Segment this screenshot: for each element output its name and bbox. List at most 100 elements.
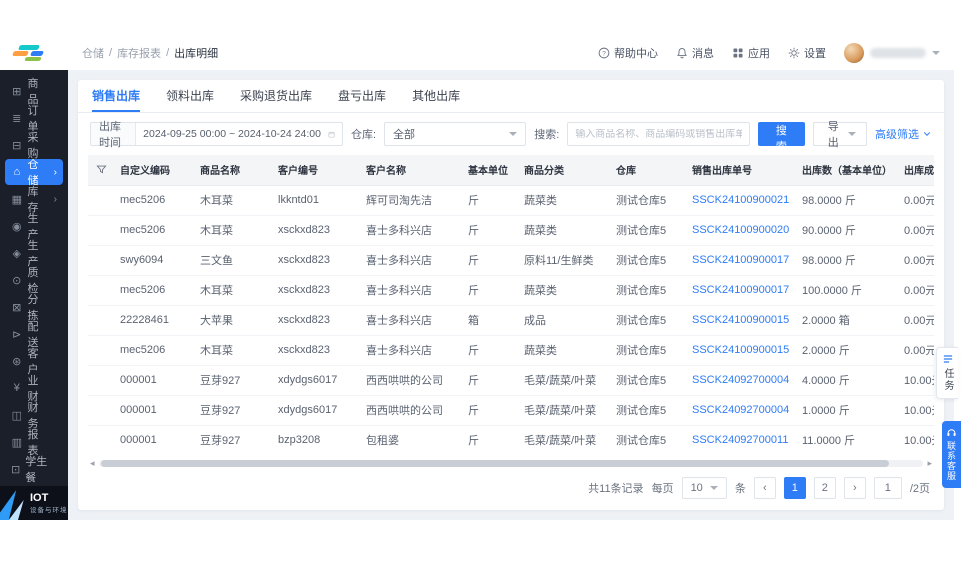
sidebar-item-生产[interactable]: ◉ 生产 ›: [5, 213, 63, 241]
table-cell: 10.00元: [898, 395, 934, 426]
table-cell: 斤: [462, 215, 518, 246]
table-cell: 三文鱼: [194, 245, 272, 276]
apps-button[interactable]: 应用: [732, 45, 770, 61]
table-cell: 测试仓库5: [610, 185, 686, 216]
sidebar-item-质检[interactable]: ⊙ 质检 ›: [5, 267, 63, 295]
page-jump-input[interactable]: 1: [873, 477, 902, 499]
sidebar-item-订单[interactable]: ≣ 订单 ›: [5, 105, 63, 133]
tab-盘亏出库[interactable]: 盘亏出库: [338, 80, 386, 112]
tab-其他出库[interactable]: 其他出库: [412, 80, 460, 112]
table-cell: 90.0000 斤: [796, 215, 898, 246]
export-label: 导出: [827, 121, 839, 149]
contact-service-button[interactable]: 联系客服: [942, 421, 961, 488]
sidebar-item-报表[interactable]: ▥ 报表 ›: [5, 429, 63, 457]
page-button-1[interactable]: 1: [783, 477, 806, 499]
advanced-filter-toggle[interactable]: 高级筛选: [875, 126, 932, 142]
search-label: 搜索:: [534, 129, 560, 141]
menu-icon: ▦: [11, 193, 22, 206]
table-cell: mec5206: [114, 275, 194, 306]
menu-icon: ◫: [11, 409, 22, 422]
username-redacted: [870, 48, 926, 58]
table-cell: 0.00元: [898, 245, 934, 276]
help-center-button[interactable]: ? 帮助中心: [598, 45, 658, 61]
menu-icon: ⊙: [12, 274, 22, 287]
table-cell: 22228461: [114, 305, 194, 336]
table-cell: 木耳菜: [194, 185, 272, 216]
sidebar-item-财务[interactable]: ◫ 财务 ›: [5, 402, 63, 430]
sidebar-item-库存[interactable]: ▦ 库存 ›: [5, 186, 63, 214]
outbound-order-link[interactable]: SSCK24100900015: [686, 305, 796, 336]
breadcrumb-item[interactable]: 仓储: [82, 45, 104, 61]
sidebar-item-业财[interactable]: ¥ 业财 ›: [5, 375, 63, 403]
search-button[interactable]: 搜索: [758, 122, 805, 153]
outbound-order-link[interactable]: SSCK24100900020: [686, 215, 796, 246]
prev-page-button[interactable]: ‹: [753, 477, 776, 499]
sidebar-item-采购[interactable]: ⊟ 采购 ›: [5, 132, 63, 160]
table-row: mec5206 木耳菜 xsckxd823 喜士多科兴店斤蔬菜类 测试仓库5 SSCK24…: [88, 335, 934, 366]
outbound-order-link[interactable]: SSCK24100900017: [686, 245, 796, 276]
table-row: swy6094 三文鱼 xsckxd823 喜士多科兴店斤原料11/生鲜类 测试仓库5 S…: [88, 245, 934, 276]
horizontal-scrollbar[interactable]: ◂ ▸: [90, 458, 932, 468]
table-cell: 毛菜/蔬菜/叶菜: [518, 395, 610, 426]
sidebar-item-生产[interactable]: ◈ 生产 ›: [5, 240, 63, 268]
chevron-down-icon: [509, 132, 518, 136]
sidebar-item-客户[interactable]: ⊛ 客户 ›: [5, 348, 63, 376]
brand-logo[interactable]: [0, 44, 68, 62]
messages-button[interactable]: 消息: [676, 45, 714, 61]
column-settings-header[interactable]: [88, 155, 114, 186]
sidebar-menu: ⊞ 商品 › ≣ 订单 › ⊟ 采购 › ⌂ 仓储 › ▦ 库存 › ◉ 生产 …: [0, 70, 68, 486]
table-cell: 毛菜/蔬菜/叶菜: [518, 425, 610, 455]
breadcrumb-item[interactable]: 库存报表: [117, 45, 161, 61]
sidebar-item-商品[interactable]: ⊞ 商品 ›: [5, 78, 63, 106]
tab-销售出库[interactable]: 销售出库: [92, 80, 141, 112]
export-button[interactable]: 导出: [812, 121, 867, 149]
next-page-button[interactable]: ›: [843, 477, 866, 499]
outbound-order-link[interactable]: SSCK24100900017: [686, 275, 796, 306]
table-cell: 西西哄哄的公司: [360, 395, 462, 426]
outbound-order-link[interactable]: SSCK24092700004: [686, 365, 796, 396]
page-button-2[interactable]: 2: [813, 477, 836, 499]
sidebar-item-学生餐[interactable]: ⊡ 学生餐 ›: [5, 456, 63, 484]
outbound-order-link[interactable]: SSCK24100900021: [686, 185, 796, 216]
warehouse-label: 仓库:: [350, 129, 377, 141]
apps-label: 应用: [748, 48, 770, 60]
outbound-order-link[interactable]: SSCK24092700004: [686, 395, 796, 426]
table-cell: swy6094: [114, 245, 194, 276]
table-cell: 0.00元: [898, 335, 934, 366]
outbound-table: 自定义编码 商品名称 客户编号 客户名称 基本单位 商品分类 仓库 销售出库单号 出库数（基本单…: [88, 155, 934, 455]
table-cell: 木耳菜: [194, 275, 272, 306]
date-range-picker[interactable]: 出库时间 2024-09-25 00:00 ~ 2024-10-24 24:00: [90, 121, 343, 149]
filter-funnel-icon: [95, 165, 107, 174]
table-cell: 喜士多科兴店: [360, 275, 462, 306]
tasks-float-button[interactable]: 任务: [936, 347, 958, 399]
settings-button[interactable]: 设置: [788, 45, 826, 61]
page-size-select[interactable]: 10: [681, 477, 727, 499]
table-cell: lkkntd01: [272, 185, 360, 216]
scroll-left-icon[interactable]: ◂: [90, 458, 95, 468]
sidebar-item-分拣[interactable]: ⊠ 分拣 ›: [5, 294, 63, 322]
outbound-order-link[interactable]: SSCK24092700011: [686, 425, 796, 455]
user-menu[interactable]: [844, 43, 940, 63]
header-actions: ? 帮助中心 消息 应用 设置: [598, 43, 954, 63]
scrollbar-track[interactable]: [98, 459, 924, 467]
warehouse-select[interactable]: 全部: [384, 122, 527, 146]
sidebar-item-仓储[interactable]: ⌂ 仓储 ›: [5, 159, 63, 187]
tab-领料出库[interactable]: 领料出库: [166, 80, 214, 112]
scroll-right-icon[interactable]: ▸: [927, 458, 932, 468]
brand-logo-mark: [11, 44, 57, 62]
table-cell: xdydgs6017: [272, 395, 360, 426]
table-cell: 斤: [462, 245, 518, 276]
outbound-order-link[interactable]: SSCK24100900015: [686, 335, 796, 366]
settings-label: 设置: [804, 48, 826, 60]
sidebar-item-配送[interactable]: ⊳ 配送 ›: [5, 321, 63, 349]
iot-title: IOT: [30, 492, 49, 504]
total-pages-label: /2页: [909, 483, 930, 495]
row-leading-cell: [88, 335, 114, 366]
table-cell: 11.0000 斤: [796, 425, 898, 455]
menu-icon: ◉: [11, 220, 22, 233]
scrollbar-thumb[interactable]: [100, 459, 890, 467]
app-window: 仓储 / 库存报表 / 出库明细 ? 帮助中心 消息 应用 设置 ⊞ 商品 ≣ …: [0, 36, 954, 520]
menu-icon: ⊡: [11, 463, 21, 476]
search-input[interactable]: [575, 128, 743, 140]
tab-采购退货出库[interactable]: 采购退货出库: [240, 80, 312, 112]
